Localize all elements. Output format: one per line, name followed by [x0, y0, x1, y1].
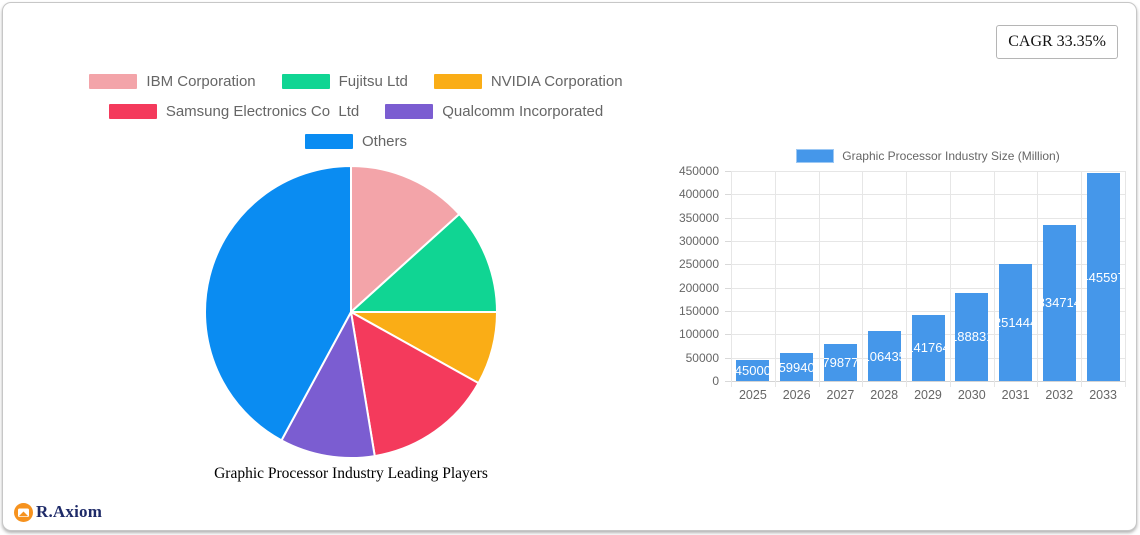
x-axis-label: 2030: [957, 388, 986, 402]
bar-chart-legend[interactable]: Graphic Processor Industry Size (Million…: [731, 149, 1125, 163]
pie-legend-row: Others: [304, 133, 407, 150]
bar-legend-label: Graphic Processor Industry Size (Million…: [842, 149, 1060, 163]
report-card: CAGR 33.35% IBM Corporation Fujitsu Ltd NV…: [2, 2, 1137, 531]
gridline-v: [818, 171, 820, 387]
x-axis-label: 2032: [1045, 388, 1074, 402]
bar-value-label: 445597: [1087, 269, 1120, 285]
pie-legend-item[interactable]: Fujitsu Ltd: [281, 73, 408, 90]
pie-legend-row: IBM Corporation Fujitsu Ltd NVIDIA Corpora…: [89, 73, 623, 90]
y-axis-label: 350000: [678, 210, 719, 225]
y-axis-label: 450000: [678, 164, 719, 178]
pie-chart-title: Graphic Processor Industry Leading Playe…: [214, 465, 488, 482]
gridline-v: [1081, 171, 1083, 387]
bar-2027[interactable]: 79877: [823, 343, 857, 381]
y-axis-label: 200000: [678, 280, 719, 295]
legend-swatch: [108, 104, 157, 119]
gridline-h: [731, 194, 1125, 196]
legend-label: Samsung Electronics Co Ltd: [165, 103, 360, 120]
legend-label: Others: [361, 133, 407, 150]
gridline-v: [774, 171, 776, 387]
y-axis-label: 0: [712, 374, 719, 388]
gridline-v: [1125, 171, 1126, 387]
bar-2028[interactable]: 106435: [867, 331, 901, 381]
x-axis-label: 2029: [914, 388, 942, 402]
bar-2032[interactable]: 334714: [1042, 224, 1076, 381]
bar-2033[interactable]: 445597: [1086, 173, 1120, 381]
x-axis-label: 2031: [1001, 388, 1030, 402]
bar-2029[interactable]: 141764: [911, 314, 945, 381]
gridline-v: [993, 171, 995, 387]
bar-value-label: 45000: [736, 363, 770, 378]
gridline-v: [949, 171, 951, 387]
x-axis-label: 2028: [870, 388, 899, 402]
pie-legend-item[interactable]: NVIDIA Corporation: [433, 73, 623, 90]
y-axis-label: 300000: [678, 234, 719, 248]
chart-logo-icon: [14, 502, 33, 522]
y-axis-label: 250000: [678, 257, 719, 272]
legend-swatch: [89, 74, 138, 89]
legend-label: NVIDIA Corporation: [490, 73, 623, 90]
gridline-h: [731, 217, 1125, 219]
y-axis-label: 50000: [685, 350, 719, 365]
gridline-v: [1037, 171, 1039, 387]
x-axis-label: 2033: [1089, 388, 1117, 402]
bar-value-label: 334714: [1043, 295, 1076, 311]
pie-legend: IBM Corporation Fujitsu Ltd NVIDIA Corpora…: [61, 73, 651, 150]
pie-legend-item[interactable]: Qualcomm Incorporated: [385, 103, 603, 120]
legend-swatch: [281, 74, 330, 89]
gridline-h: [731, 171, 1125, 172]
pie-chart[interactable]: [201, 162, 501, 462]
legend-swatch: [304, 134, 353, 149]
gridline-v: [731, 171, 732, 387]
y-axis-label: 400000: [678, 187, 719, 202]
pie-legend-row: Samsung Electronics Co Ltd Qualcomm Incor…: [108, 103, 603, 120]
legend-label: Fujitsu Ltd: [338, 73, 408, 90]
bar-2031[interactable]: 251444: [999, 263, 1033, 381]
gridline-v: [906, 171, 908, 387]
pie-legend-item[interactable]: Others: [304, 133, 407, 150]
bar-legend-swatch: [796, 149, 835, 163]
bar-value-label: 106435: [868, 348, 901, 364]
bar-value-label: 59940: [780, 359, 814, 375]
bar-2026[interactable]: 59940: [780, 353, 814, 381]
x-axis-label: 2026: [782, 388, 811, 402]
gridline-h: [731, 381, 1125, 382]
brand-name: R.Axiom: [36, 502, 103, 521]
legend-label: Qualcomm Incorporated: [442, 103, 604, 120]
legend-label: IBM Corporation: [146, 73, 256, 90]
pie-legend-item[interactable]: IBM Corporation: [89, 73, 256, 90]
bar-2030[interactable]: 188831: [955, 292, 989, 381]
cagr-badge: CAGR 33.35%: [996, 25, 1118, 59]
bar-value-label: 79877: [823, 354, 857, 370]
legend-swatch: [433, 74, 482, 89]
gridline-v: [862, 171, 864, 387]
x-axis-label: 2025: [738, 388, 767, 402]
bar-value-label: 141764: [912, 340, 945, 356]
x-axis-label: 2027: [826, 388, 855, 402]
legend-swatch: [385, 104, 434, 119]
bar-plot-area: 0 50000 100000 150000 200000 250000 300000 3500…: [679, 164, 1126, 402]
brand-logo: R.Axiom: [14, 502, 102, 522]
bar-value-label: 188831: [955, 329, 988, 345]
pie-legend-item[interactable]: Samsung Electronics Co Ltd: [108, 103, 360, 120]
y-axis-label: 150000: [678, 304, 719, 318]
y-axis-label: 100000: [678, 327, 719, 342]
bar-2025[interactable]: 45000: [736, 360, 770, 381]
bar-chart: Graphic Processor Industry Size (Million…: [669, 146, 1140, 416]
bar-value-label: 251444: [999, 314, 1032, 330]
